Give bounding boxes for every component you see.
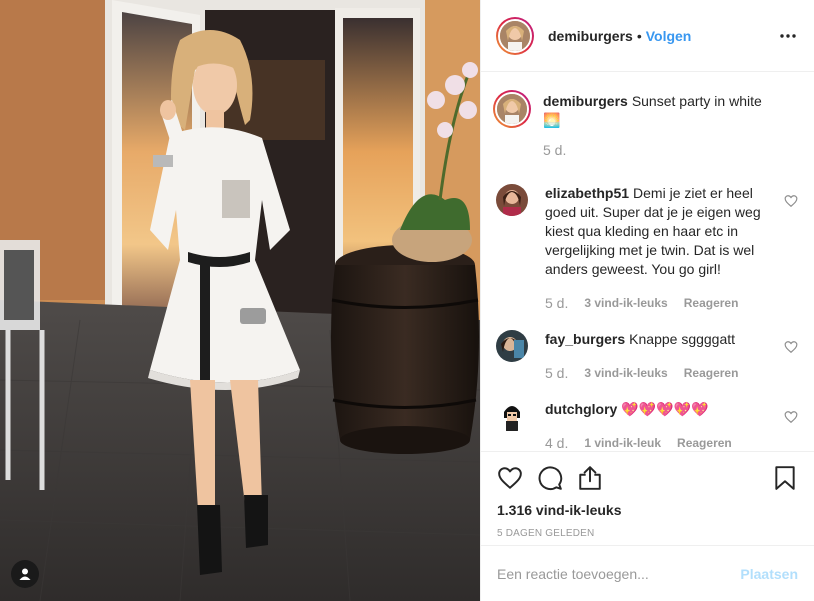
reply-button[interactable]: Reageren [677, 436, 732, 450]
comments-list: demiburgersSunset party in white 🌅 5 d. [481, 72, 814, 451]
post-header: demiburgers • Volgen [481, 0, 814, 72]
post-comment-button[interactable]: Plaatsen [740, 566, 798, 582]
more-horizontal-icon [780, 33, 796, 38]
author-username[interactable]: demiburgers [548, 28, 633, 44]
post-side-panel: demiburgers • Volgen demiburgers Sunset … [480, 0, 814, 601]
likes-count[interactable]: 1.316 vind-ik-leuks [497, 502, 798, 518]
caption-username[interactable]: demiburgers [543, 93, 628, 109]
comment-input[interactable] [497, 565, 733, 582]
commenter-avatar[interactable] [496, 184, 528, 216]
caption-author-avatar[interactable] [493, 90, 531, 128]
user-icon [19, 568, 31, 580]
comment-time[interactable]: 5 d. [545, 365, 568, 381]
author-avatar-image [500, 20, 530, 51]
caption-avatar-image [497, 94, 527, 124]
author-avatar[interactable] [496, 16, 534, 55]
more-options-button[interactable] [778, 26, 798, 46]
bookmark-icon[interactable] [772, 465, 798, 491]
commenter-avatar-image [496, 330, 528, 362]
comment-username[interactable]: fay_burgers [545, 331, 625, 347]
post-actions: 1.316 vind-ik-leuks 5 DAGEN GELEDEN [481, 451, 814, 545]
comment-icon[interactable] [537, 465, 563, 491]
comment-item: elizabethp51 Demi je ziet er heel goed ui… [496, 184, 798, 311]
caption-time[interactable]: 5 d. [543, 142, 566, 158]
comment-username[interactable]: dutchglory [545, 401, 617, 417]
comment-likes[interactable]: 1 vind-ik-leuk [584, 436, 661, 450]
action-icons [497, 464, 798, 492]
header-separator: • [636, 27, 642, 44]
comment-likes[interactable]: 3 vind-ik-leuks [584, 296, 667, 310]
commenter-avatar[interactable] [496, 400, 528, 432]
commenter-avatar-image [496, 400, 528, 432]
post-date[interactable]: 5 DAGEN GELEDEN [497, 528, 798, 539]
comment-like-icon[interactable] [784, 410, 798, 424]
commenter-avatar-image [496, 184, 528, 216]
reply-button[interactable]: Reageren [684, 366, 739, 380]
comment-text: Knappe sggggatt [629, 331, 736, 347]
commenter-avatar[interactable] [496, 330, 528, 362]
comment-likes[interactable]: 3 vind-ik-leuks [584, 366, 667, 380]
comment-time[interactable]: 4 d. [545, 435, 568, 451]
comment-text: 💖💖💖💖💖 [621, 401, 709, 417]
share-icon[interactable] [577, 465, 603, 491]
post-photo[interactable] [0, 0, 480, 601]
caption: demiburgers Sunset party in white 🌅 5 d. [493, 90, 798, 158]
comment-like-icon[interactable] [784, 340, 798, 354]
follow-button[interactable]: Volgen [646, 28, 692, 44]
post-image [0, 0, 480, 601]
comment-item: dutchglory 💖💖💖💖💖 4 d. 1 vind-ik-leuk Reag… [496, 400, 798, 451]
tagged-users-button[interactable] [11, 560, 39, 588]
add-comment-section: Plaatsen [481, 545, 814, 601]
caption-text: demiburgers Sunset party in white 🌅 [543, 92, 776, 130]
instagram-post: demiburgers • Volgen demiburgers Sunset … [0, 0, 814, 601]
comment-like-icon[interactable] [784, 194, 798, 208]
comment-time[interactable]: 5 d. [545, 295, 568, 311]
comment-username[interactable]: elizabethp51 [545, 185, 629, 201]
heart-icon[interactable] [497, 465, 523, 491]
reply-button[interactable]: Reageren [684, 296, 739, 310]
comment-item: fay_burgers Knappe sggggatt 5 d. 3 vind-i… [496, 330, 798, 381]
